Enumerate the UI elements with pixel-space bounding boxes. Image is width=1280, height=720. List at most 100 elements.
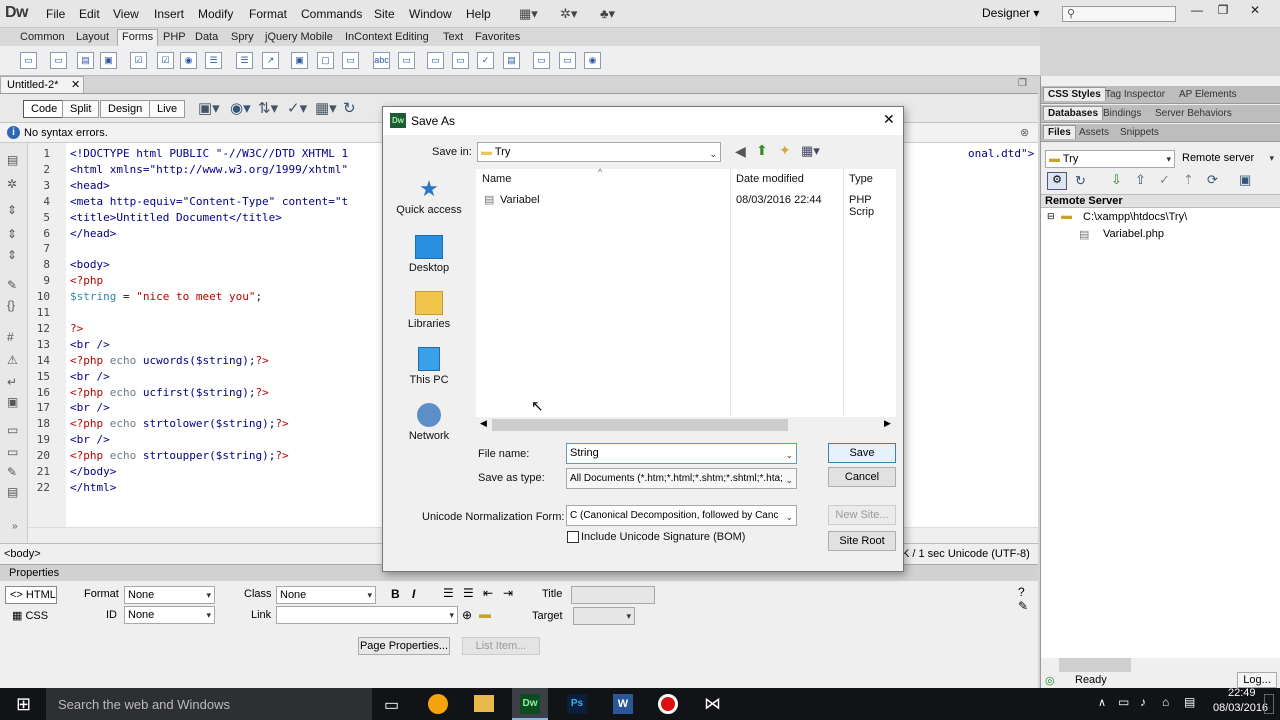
volume-icon[interactable]: ♪ (1140, 695, 1146, 709)
help-icon[interactable]: ? (1018, 585, 1025, 599)
tag-selector[interactable]: <body> (4, 548, 41, 560)
html-mode-button[interactable]: <> HTML (5, 586, 57, 604)
refresh-icon[interactable]: ↻ (1075, 173, 1086, 189)
put-files-icon[interactable]: ⇧ (1135, 172, 1146, 188)
link-input[interactable]: ▾ (276, 606, 458, 624)
search-box[interactable]: Search the web and Windows (46, 688, 372, 720)
page-properties-button[interactable]: Page Properties... (358, 637, 450, 655)
id-select[interactable]: None ▾ (124, 606, 215, 624)
tab-incontext-editing[interactable]: InContext Editing (345, 31, 429, 43)
chrome-icon[interactable] (428, 694, 448, 714)
wrap-tag-icon[interactable]: ✎ (7, 465, 17, 479)
layout-icon[interactable]: ▦▾ (519, 6, 538, 22)
bold-button[interactable]: B (391, 587, 400, 601)
scroll-left-icon[interactable]: ◀ (480, 418, 487, 429)
word-wrap-icon[interactable]: ↵ (7, 375, 17, 389)
menu-modify[interactable]: Modify (198, 7, 233, 21)
close-icon[interactable]: ✕ (71, 78, 80, 91)
photoshop-icon[interactable]: Ps (567, 694, 587, 714)
unicode-normalization-select[interactable]: C (Canonical Decomposition, followed by … (566, 505, 797, 526)
balance-braces-icon[interactable]: {} (7, 298, 15, 312)
jump-menu-icon[interactable]: ↗ (262, 52, 279, 69)
format-select[interactable]: None ▾ (124, 586, 215, 604)
show-code-navigator-icon[interactable]: ✲ (7, 177, 17, 191)
open-documents-icon[interactable]: ▤ (7, 153, 18, 167)
desktop-item[interactable]: Desktop (391, 235, 467, 274)
file-field-icon[interactable]: ▢ (317, 52, 334, 69)
connect-icon[interactable]: ⚙ (1047, 172, 1067, 190)
workspace-switcher[interactable]: Designer ▾ (982, 6, 1039, 20)
libraries-item[interactable]: Libraries (391, 291, 467, 330)
menu-edit[interactable]: Edit (79, 7, 100, 21)
select-parent-tag-icon[interactable]: ✎ (7, 278, 17, 292)
expand-icon[interactable]: ▣ (1239, 172, 1251, 188)
point-to-file-icon[interactable]: ⊕ (462, 608, 472, 622)
clock-date[interactable]: 08/03/2016 (1213, 702, 1268, 714)
spry-checkbox-icon[interactable]: ✓ (477, 52, 494, 69)
refresh-icon[interactable]: ↻ (343, 99, 356, 117)
horizontal-scrollbar[interactable] (1059, 658, 1131, 672)
text-field-icon[interactable]: ▭ (50, 52, 67, 69)
label-icon[interactable]: abc (373, 52, 390, 69)
visual-studio-icon[interactable]: ⋈ (704, 694, 721, 714)
tab-assets[interactable]: Assets (1075, 126, 1113, 139)
save-in-select[interactable]: ▬ Try ⌄ (477, 142, 721, 162)
gear-icon[interactable]: ✲▾ (560, 6, 577, 22)
new-site-button[interactable]: New Site... (828, 505, 896, 525)
scroll-right-icon[interactable]: ▶ (884, 418, 891, 429)
more-icon[interactable]: » (12, 521, 18, 532)
cancel-button[interactable]: Cancel (828, 467, 896, 487)
spry-radio-icon[interactable]: ◉ (584, 52, 601, 69)
fieldset-icon[interactable]: ▭ (398, 52, 415, 69)
class-select[interactable]: None ▾ (276, 586, 376, 604)
new-folder-icon[interactable]: ✦ (779, 142, 791, 159)
spry-confirm-icon[interactable]: ▭ (559, 52, 576, 69)
tab-databases[interactable]: Databases (1043, 106, 1104, 120)
list-item-button[interactable]: List Item... (462, 637, 540, 655)
menu-window[interactable]: Window (409, 7, 452, 21)
tab-forms[interactable]: Forms (117, 29, 159, 46)
folder-icon[interactable]: ▬ (479, 607, 491, 621)
hidden-field-icon[interactable]: ▣ (100, 52, 117, 69)
back-icon[interactable]: ◀ (735, 143, 746, 160)
collapse-icon[interactable]: ⊟ (1047, 211, 1055, 222)
form-icon[interactable]: ▭ (20, 52, 37, 69)
check-in-icon[interactable]: ⇡ (1183, 172, 1194, 188)
image-field-icon[interactable]: ▣ (291, 52, 308, 69)
tab-snippets[interactable]: Snippets (1116, 126, 1163, 139)
battery-icon[interactable]: ▭ (1118, 695, 1129, 709)
file-management-icon[interactable]: ⇅▾ (258, 99, 278, 117)
indent-icon[interactable]: ⇥ (503, 586, 513, 600)
spry-textarea-icon[interactable]: ▤ (503, 52, 520, 69)
site-icon[interactable]: ♣▾ (600, 6, 615, 22)
tree-file-variabel[interactable]: Variabel.php (1103, 228, 1164, 240)
radio-icon[interactable]: ◉ (180, 52, 197, 69)
spry-text-icon[interactable]: ▭ (427, 52, 444, 69)
save-type-select[interactable]: All Documents (*.htm;*.html;*.shtm;*.sht… (566, 468, 797, 489)
tab-css-styles[interactable]: CSS Styles (1043, 87, 1106, 101)
outdent-icon[interactable]: ⇤ (483, 586, 493, 600)
collapse-selection-icon[interactable]: ⇕ (7, 227, 17, 241)
this-pc-item[interactable]: This PC (391, 347, 467, 386)
menu-site[interactable]: Site (374, 7, 395, 21)
tab-tag-inspector[interactable]: Tag Inspector (1101, 88, 1169, 101)
title-input[interactable] (571, 586, 655, 604)
browser-preview-icon[interactable]: ◉▾ (230, 99, 251, 117)
language-icon[interactable]: ▤ (1184, 695, 1195, 709)
recent-snippets-icon[interactable]: ▤ (7, 485, 18, 499)
checkbox-group-icon[interactable]: ☑ (157, 52, 174, 69)
menu-format[interactable]: Format (249, 7, 287, 21)
tab-favorites[interactable]: Favorites (475, 31, 520, 43)
menu-file[interactable]: File (46, 7, 65, 21)
quick-access-item[interactable]: ★ Quick access (391, 177, 467, 217)
tab-data[interactable]: Data (195, 31, 218, 43)
select-icon[interactable]: ☰ (236, 52, 253, 69)
menu-view[interactable]: View (113, 7, 139, 21)
minimize-button[interactable]: — (1186, 3, 1208, 19)
view-menu-icon[interactable]: ▦▾ (801, 143, 820, 159)
log-button[interactable]: Log... (1237, 672, 1277, 688)
up-folder-icon[interactable]: ⬆ (756, 142, 768, 159)
tab-layout[interactable]: Layout (76, 31, 109, 43)
spry-select-icon[interactable]: ▭ (452, 52, 469, 69)
checkbox-icon[interactable]: ☑ (130, 52, 147, 69)
